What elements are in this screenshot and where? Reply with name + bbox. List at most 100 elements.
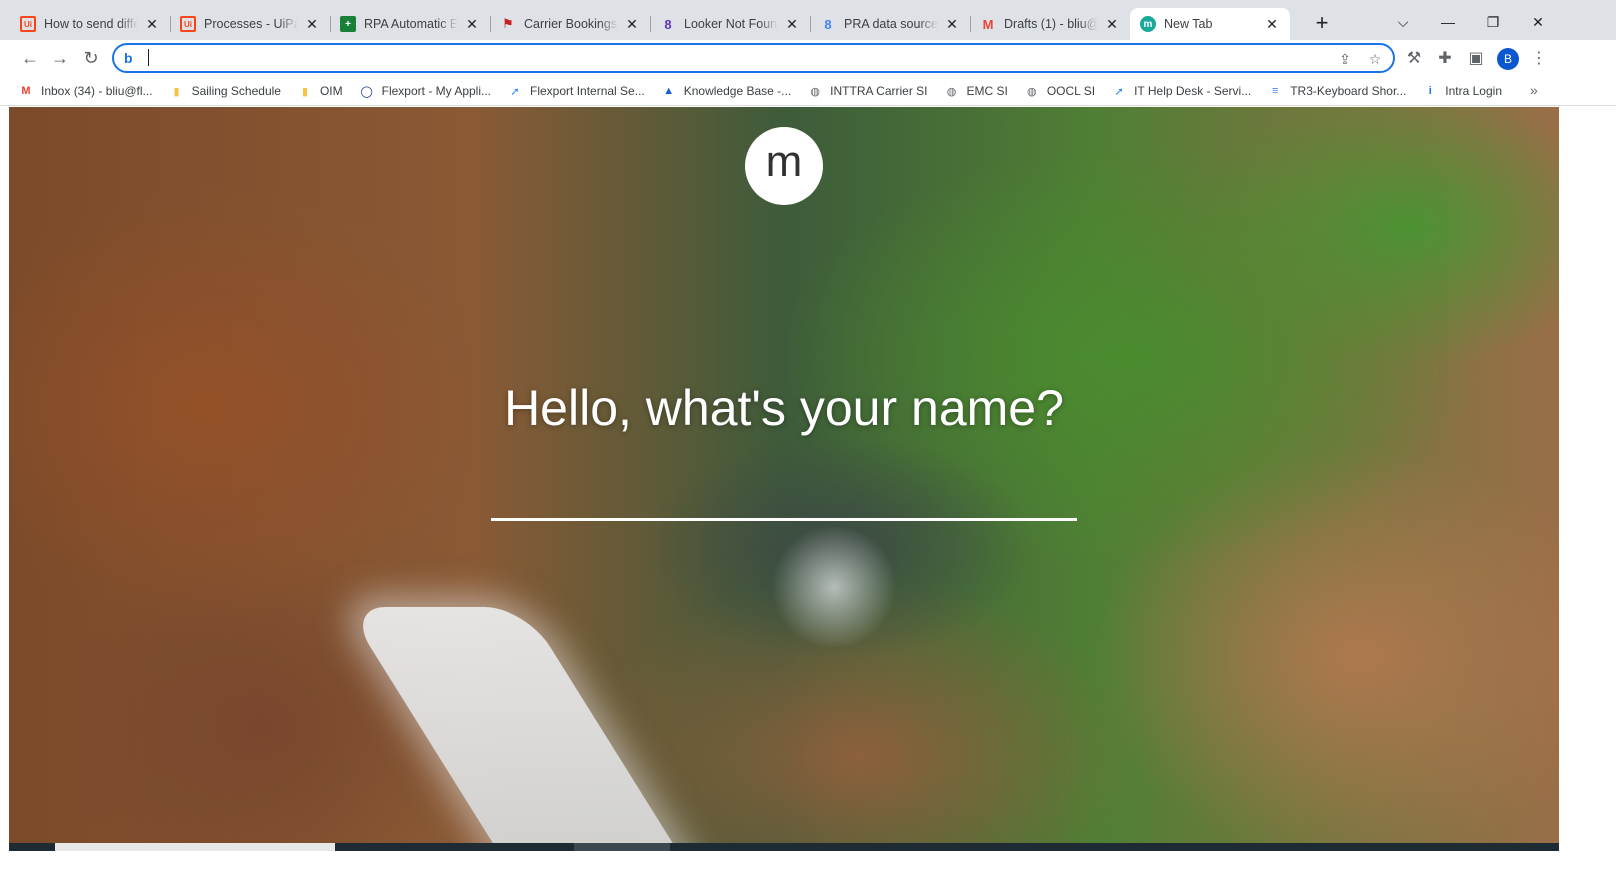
greeting-heading: Hello, what's your name?	[504, 380, 1064, 436]
new-tab-button[interactable]: +	[1310, 12, 1334, 36]
tab-list: Ui How to send differ ✕ Ui Processes - UiPat…	[10, 8, 1290, 40]
restore-icon[interactable]: ❐	[1470, 8, 1516, 36]
close-window-icon[interactable]: ✕	[1515, 8, 1561, 36]
tab-title: Processes - UiPath	[204, 17, 298, 31]
info-icon: i	[1428, 85, 1432, 97]
okta-icon: ◯	[360, 85, 373, 98]
tab-close-icon[interactable]: ✕	[464, 16, 480, 32]
tab-5[interactable]: 8 PRA data source - ✕	[810, 8, 970, 40]
bookmark-item[interactable]: ➚ IT Help Desk - Servi...	[1111, 81, 1251, 101]
jira-icon: ➚	[510, 85, 520, 98]
back-arrow-icon[interactable]: ←	[18, 46, 42, 70]
background-mist	[769, 527, 899, 647]
tab-title: How to send differ	[44, 17, 138, 31]
tab-2[interactable]: + RPA Automatic Exc ✕	[330, 8, 490, 40]
side-panel-icon[interactable]: ▣	[1466, 48, 1486, 68]
bookmark-item[interactable]: ◍ EMC SI	[944, 81, 1008, 101]
folder-icon: ▮	[301, 85, 308, 98]
bookmark-label: Inbox (34) - bliu@fl...	[41, 84, 153, 98]
looker-icon: 8	[824, 16, 832, 32]
bookmark-label: TR3-Keyboard Shor...	[1290, 84, 1407, 98]
uipath-icon: Ui	[20, 16, 36, 32]
tab-close-icon[interactable]: ✕	[1264, 16, 1280, 32]
bookmark-item[interactable]: ◯ Flexport - My Appli...	[359, 81, 491, 101]
gmail-icon: M	[21, 85, 31, 97]
tab-title: New Tab	[1164, 17, 1213, 31]
bookmark-list: M Inbox (34) - bliu@fl... ▮ Sailing Schedul…	[18, 81, 1518, 101]
tab-close-icon[interactable]: ✕	[944, 16, 960, 32]
bookmark-item[interactable]: ▲ Knowledge Base -...	[661, 81, 791, 101]
tab-search-chevron-icon[interactable]: ⌵	[1380, 8, 1426, 36]
bookmark-label: OIM	[319, 84, 343, 98]
profile-avatar[interactable]: B	[1497, 48, 1519, 70]
bing-search-icon: b	[124, 50, 133, 66]
bookmark-label: Flexport Internal Se...	[530, 84, 645, 98]
globe-icon: ◍	[810, 85, 820, 98]
bookmark-label: Intra Login	[1445, 84, 1502, 98]
extension-tool-icon[interactable]: ⚒	[1404, 48, 1424, 68]
globe-icon: ◍	[1027, 85, 1037, 98]
tab-3[interactable]: ⚑ Carrier Bookings (7 ✕	[490, 8, 650, 40]
menu-kebab-icon[interactable]: ⋮	[1529, 48, 1549, 68]
forward-arrow-icon[interactable]: →	[48, 46, 72, 70]
momentum-logo: m	[745, 127, 823, 205]
tab-close-icon[interactable]: ✕	[1104, 16, 1120, 32]
sheets-icon: +	[340, 16, 356, 32]
momentum-icon: m	[1140, 16, 1156, 32]
minimize-icon[interactable]: —	[1425, 8, 1471, 36]
taskbar-search-box[interactable]	[55, 843, 335, 851]
taskbar-app-item[interactable]	[622, 843, 670, 851]
tab-close-icon[interactable]: ✕	[784, 16, 800, 32]
flexport-flag-icon: ⚑	[502, 16, 514, 31]
bookmark-item[interactable]: M Inbox (34) - bliu@fl...	[18, 81, 153, 101]
bookmark-label: Flexport - My Appli...	[381, 84, 492, 98]
bookmark-label: IT Help Desk - Servi...	[1134, 84, 1252, 98]
name-input[interactable]	[491, 477, 1077, 521]
tab-7[interactable]: m New Tab ✕	[1130, 8, 1290, 40]
address-bar[interactable]: b ⇪ ☆	[112, 43, 1395, 73]
bookmark-item[interactable]: ≡ TR3-Keyboard Shor...	[1267, 81, 1406, 101]
tab-title: RPA Automatic Exc	[364, 17, 458, 31]
bookmark-item[interactable]: ▮ OIM	[297, 81, 343, 101]
bookmark-star-icon[interactable]: ☆	[1366, 50, 1384, 68]
background-waterfall	[345, 607, 713, 843]
tab-title: PRA data source -	[844, 17, 938, 31]
reload-icon[interactable]: ↻	[79, 46, 103, 70]
address-input[interactable]	[146, 48, 1316, 68]
bookmark-label: OOCL SI	[1046, 84, 1096, 98]
bookmarks-bar: M Inbox (34) - bliu@fl... ▮ Sailing Schedul…	[0, 76, 1616, 106]
bookmark-item[interactable]: ▮ Sailing Schedule	[169, 81, 281, 101]
share-icon[interactable]: ⇪	[1336, 50, 1354, 68]
confluence-icon: ▲	[663, 85, 675, 97]
folder-icon: ▮	[173, 85, 180, 98]
tab-close-icon[interactable]: ✕	[624, 16, 640, 32]
tab-1[interactable]: Ui Processes - UiPath ✕	[170, 8, 330, 40]
tab-title: Carrier Bookings (7	[524, 17, 618, 31]
bookmark-item[interactable]: ◍ INTTRA Carrier SI	[807, 81, 927, 101]
taskbar-app-item[interactable]	[574, 843, 622, 851]
tab-4[interactable]: 8 Looker Not Found ✕	[650, 8, 810, 40]
tab-close-icon[interactable]: ✕	[304, 16, 320, 32]
more-bookmarks-chevron-icon[interactable]: »	[1530, 82, 1538, 98]
bookmark-item[interactable]: ◍ OOCL SI	[1024, 81, 1095, 101]
bookmark-label: INTTRA Carrier SI	[830, 84, 928, 98]
extensions-puzzle-icon[interactable]: ✚	[1435, 48, 1455, 68]
bookmark-label: Knowledge Base -...	[683, 84, 792, 98]
tab-strip: Ui How to send differ ✕ Ui Processes - UiPat…	[0, 0, 1616, 40]
tab-0[interactable]: Ui How to send differ ✕	[10, 8, 170, 40]
text-caret	[148, 49, 149, 66]
tab-close-icon[interactable]: ✕	[144, 16, 160, 32]
gmail-icon: M	[982, 16, 994, 32]
bookmark-item[interactable]: i Intra Login	[1422, 81, 1502, 101]
momentum-background: m Hello, what's your name?	[9, 107, 1559, 843]
globe-icon: ◍	[946, 85, 957, 98]
tab-title: Looker Not Found	[684, 17, 778, 31]
tab-6[interactable]: M Drafts (1) - bliu@fl ✕	[970, 8, 1130, 40]
bookmark-label: EMC SI	[966, 84, 1008, 98]
browser-toolbar: ← → ↻ b ⇪ ☆ ⚒ ✚ ▣ B ⋮	[0, 40, 1616, 76]
looker-icon: 8	[664, 16, 672, 32]
bookmark-item[interactable]: ➚ Flexport Internal Se...	[507, 81, 645, 101]
uipath-icon: Ui	[180, 16, 196, 32]
os-taskbar	[9, 843, 1559, 851]
jira-icon: ➚	[1114, 85, 1124, 98]
